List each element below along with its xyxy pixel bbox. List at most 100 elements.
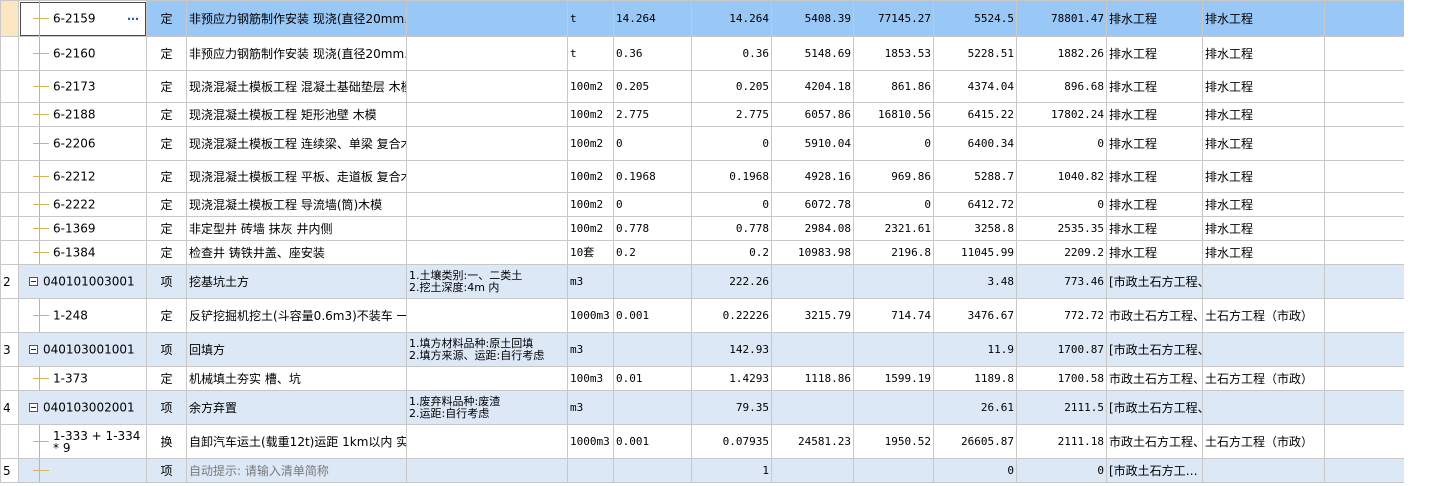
code-cell[interactable]: 6-2160 bbox=[18, 36, 147, 71]
comp-total-cell[interactable]: 1040.82 bbox=[1016, 160, 1107, 193]
unit-cell[interactable]: m3 bbox=[567, 264, 614, 299]
type-cell[interactable]: 定 bbox=[146, 70, 187, 103]
type-cell[interactable]: 换 bbox=[146, 424, 187, 459]
quota-row[interactable]: 6-1384 定检查井 铸铁井盖、座安装 10套 0.2 0.2 10983.98 2196… bbox=[0, 240, 1405, 265]
unit-cell[interactable]: 100m2 bbox=[567, 160, 614, 193]
total-cell[interactable]: 16810.56 bbox=[853, 102, 934, 127]
extra-cell[interactable] bbox=[1324, 0, 1405, 37]
extra-cell[interactable] bbox=[1324, 424, 1405, 459]
total-cell[interactable]: 714.74 bbox=[853, 298, 934, 333]
name-cell[interactable]: 回填方 bbox=[186, 332, 407, 367]
quota-row[interactable]: 6-2159⋯定非预应力钢筋制作安装 现浇(直径20mm以内)t14.26414… bbox=[0, 0, 1405, 37]
extra-cell[interactable] bbox=[1324, 36, 1405, 71]
type-cell[interactable]: 定 bbox=[146, 126, 187, 161]
comp-price-cell[interactable]: 5288.7 bbox=[933, 160, 1017, 193]
qty-cell[interactable]: 1.4293 bbox=[691, 366, 772, 391]
unit-cell[interactable]: t bbox=[567, 0, 614, 37]
qty-cell[interactable]: 0.07935 bbox=[691, 424, 772, 459]
comp-price-cell[interactable]: 6415.22 bbox=[933, 102, 1017, 127]
qty-ratio-cell[interactable]: 0.001 bbox=[613, 298, 692, 333]
quota-row[interactable]: 6-2206 定现浇混凝土模板工程 连续梁、单梁 复合木模 100m2 0 0 5910.… bbox=[0, 126, 1405, 161]
unit-cell[interactable]: m3 bbox=[567, 332, 614, 367]
comp-total-cell[interactable]: 1700.58 bbox=[1016, 366, 1107, 391]
code-cell[interactable]: 6-1369 bbox=[18, 216, 147, 241]
name-cell[interactable]: 检查井 铸铁井盖、座安装 bbox=[186, 240, 407, 265]
extra-cell[interactable] bbox=[1324, 70, 1405, 103]
type-cell[interactable]: 定 bbox=[146, 240, 187, 265]
comp-price-cell[interactable]: 5228.51 bbox=[933, 36, 1017, 71]
name-cell[interactable]: 现浇混凝土模板工程 矩形池壁 木模 bbox=[186, 102, 407, 127]
section-cell[interactable]: 排水工程 bbox=[1202, 160, 1325, 193]
specialty-cell[interactable]: 排水工程 bbox=[1106, 192, 1203, 217]
type-cell[interactable]: 定 bbox=[146, 160, 187, 193]
quota-row[interactable]: 6-2160定非预应力钢筋制作安装 现浇(直径20mm以外)t0.360.365… bbox=[0, 36, 1405, 71]
total-cell[interactable]: 0 bbox=[853, 192, 934, 217]
quota-row[interactable]: 6-2173 定现浇混凝土模板工程 混凝土基础垫层 木模 100m2 0.205 0.2… bbox=[0, 70, 1405, 103]
total-cell[interactable]: 0 bbox=[853, 126, 934, 161]
specialty-cell[interactable]: 市政土石方工程、大型机械… bbox=[1106, 298, 1203, 333]
qty-cell[interactable]: 0.778 bbox=[691, 216, 772, 241]
type-cell[interactable]: 项 bbox=[146, 458, 187, 483]
feature-cell[interactable] bbox=[406, 102, 568, 127]
total-cell[interactable] bbox=[853, 458, 934, 483]
specialty-cell[interactable]: [市政土石方工程、大型机械… bbox=[1106, 390, 1203, 425]
total-cell[interactable] bbox=[853, 390, 934, 425]
unit-price-cell[interactable] bbox=[771, 332, 854, 367]
comp-total-cell[interactable]: 2209.2 bbox=[1016, 240, 1107, 265]
qty-cell[interactable]: 0.22226 bbox=[691, 298, 772, 333]
name-cell[interactable]: 非预应力钢筋制作安装 现浇(直径20mm以内) bbox=[186, 0, 407, 37]
feature-cell[interactable]: 1.废弃料品种:废渣 2.运距:自行考虑 bbox=[406, 390, 568, 425]
name-cell[interactable]: 自动提示: 请输入清单简称 bbox=[186, 458, 407, 483]
specialty-cell[interactable]: 排水工程 bbox=[1106, 160, 1203, 193]
comp-total-cell[interactable]: 2111.18 bbox=[1016, 424, 1107, 459]
comp-total-cell[interactable]: 0 bbox=[1016, 192, 1107, 217]
type-cell[interactable]: 定 bbox=[146, 216, 187, 241]
total-cell[interactable]: 861.86 bbox=[853, 70, 934, 103]
unit-cell[interactable]: 1000m3 bbox=[567, 298, 614, 333]
comp-price-cell[interactable]: 6400.34 bbox=[933, 126, 1017, 161]
qty-cell[interactable]: 1 bbox=[691, 458, 772, 483]
qty-cell[interactable]: 79.35 bbox=[691, 390, 772, 425]
type-cell[interactable]: 定 bbox=[146, 366, 187, 391]
unit-price-cell[interactable]: 1118.86 bbox=[771, 366, 854, 391]
feature-cell[interactable] bbox=[406, 366, 568, 391]
type-cell[interactable]: 定 bbox=[146, 36, 187, 71]
extra-cell[interactable] bbox=[1324, 390, 1405, 425]
qty-cell[interactable]: 0.205 bbox=[691, 70, 772, 103]
comp-price-cell[interactable]: 11.9 bbox=[933, 332, 1017, 367]
section-cell[interactable]: 排水工程 bbox=[1202, 36, 1325, 71]
unit-price-cell[interactable]: 2984.08 bbox=[771, 216, 854, 241]
comp-total-cell[interactable]: 2535.35 bbox=[1016, 216, 1107, 241]
unit-cell[interactable]: 100m2 bbox=[567, 102, 614, 127]
comp-total-cell[interactable]: 0 bbox=[1016, 458, 1107, 483]
section-cell[interactable] bbox=[1202, 264, 1325, 299]
extra-cell[interactable] bbox=[1324, 264, 1405, 299]
feature-cell[interactable] bbox=[406, 298, 568, 333]
unit-cell[interactable]: 100m2 bbox=[567, 216, 614, 241]
bill-item-row[interactable]: 4 040103002001 项余方弃置 1.废弃料品种:废渣 2.运距:自行考虑 m3… bbox=[0, 390, 1405, 425]
section-cell[interactable]: 土石方工程（市政） bbox=[1202, 298, 1325, 333]
qty-cell[interactable]: 0 bbox=[691, 126, 772, 161]
comp-total-cell[interactable]: 0 bbox=[1016, 126, 1107, 161]
bill-item-row[interactable]: 2 040101003001 项挖基坑土方 1.土壤类别:一、二类土 2.挖土深度:4… bbox=[0, 264, 1405, 299]
total-cell[interactable] bbox=[853, 264, 934, 299]
code-cell[interactable] bbox=[18, 458, 147, 483]
qty-cell[interactable]: 0.36 bbox=[691, 36, 772, 71]
quota-row[interactable]: 1-333 + 1-334 * 9 换自卸汽车运土(载重12t)运距 1km以内 … bbox=[0, 424, 1405, 459]
unit-cell[interactable]: 100m2 bbox=[567, 192, 614, 217]
total-cell[interactable] bbox=[853, 332, 934, 367]
quota-row[interactable]: 6-2222 定现浇混凝土模板工程 导流墙(筒)木模 100m2 0 0 6072.78 0… bbox=[0, 192, 1405, 217]
unit-cell[interactable]: 100m2 bbox=[567, 126, 614, 161]
code-cell[interactable]: 6-2188 bbox=[18, 102, 147, 127]
specialty-cell[interactable]: 市政土石方工程、大型机械… bbox=[1106, 366, 1203, 391]
name-cell[interactable]: 现浇混凝土模板工程 平板、走道板 复合木模 bbox=[186, 160, 407, 193]
section-cell[interactable] bbox=[1202, 458, 1325, 483]
specialty-cell[interactable]: 排水工程 bbox=[1106, 126, 1203, 161]
code-cell[interactable]: 040103001001 bbox=[18, 332, 147, 367]
name-cell[interactable]: 挖基坑土方 bbox=[186, 264, 407, 299]
type-cell[interactable]: 定 bbox=[146, 102, 187, 127]
qty-cell[interactable]: 2.775 bbox=[691, 102, 772, 127]
quota-row[interactable]: 6-2188 定现浇混凝土模板工程 矩形池壁 木模 100m2 2.775 2.775 6… bbox=[0, 102, 1405, 127]
feature-cell[interactable] bbox=[406, 192, 568, 217]
specialty-cell[interactable]: 排水工程 bbox=[1106, 216, 1203, 241]
